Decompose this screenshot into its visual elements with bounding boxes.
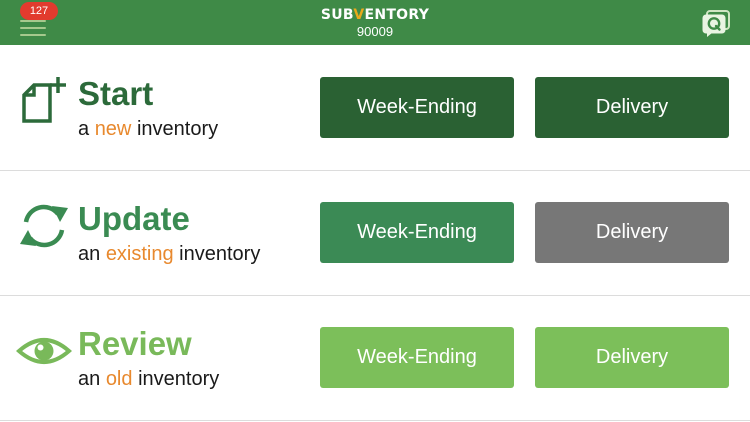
start-row: Start a new inventory Week-Ending Delive…	[0, 45, 750, 170]
brand: SUBVENTORY 90009	[300, 6, 450, 39]
start-week-ending-button[interactable]: Week-Ending	[320, 77, 514, 138]
hamburger-icon-line	[20, 34, 46, 36]
review-subtitle-prefix: an	[78, 368, 106, 390]
logo-part-1: SUB	[320, 7, 354, 23]
start-subtitle-prefix: a	[78, 118, 95, 140]
update-subtitle-highlight: existing	[105, 243, 174, 265]
start-title: Start	[78, 75, 154, 112]
update-subtitle-prefix: an	[78, 243, 106, 265]
top-bar: 127 SUBVENTORY 90009	[0, 0, 750, 45]
start-subtitle-suffix: inventory	[131, 118, 219, 140]
new-document-icon	[16, 73, 72, 129]
start-subtitle: a new inventory	[78, 117, 218, 141]
logo-check: V	[353, 7, 365, 23]
update-subtitle: an existing inventory	[78, 242, 260, 266]
review-title: Review	[78, 325, 192, 362]
hamburger-icon-line	[20, 27, 46, 29]
update-row: Update an existing inventory Week-Ending…	[0, 170, 750, 295]
review-week-ending-button[interactable]: Week-Ending	[320, 327, 514, 388]
eye-icon	[15, 323, 73, 379]
review-subtitle-highlight: old	[105, 368, 133, 390]
start-delivery-button[interactable]: Delivery	[535, 77, 729, 138]
update-delivery-button[interactable]: Delivery	[535, 202, 729, 263]
store-number: 90009	[356, 24, 394, 39]
review-subtitle-suffix: inventory	[132, 368, 220, 390]
review-row: Review an old inventory Week-Ending Deli…	[0, 295, 750, 420]
update-title: Update	[78, 200, 190, 237]
app-logo: SUBVENTORY	[300, 6, 450, 24]
update-subtitle-suffix: inventory	[173, 243, 261, 265]
quick-button[interactable]	[702, 9, 732, 37]
review-delivery-button[interactable]: Delivery	[535, 327, 729, 388]
q-chat-icon	[702, 10, 730, 37]
update-week-ending-button[interactable]: Week-Ending	[320, 202, 514, 263]
refresh-icon	[16, 198, 72, 254]
start-subtitle-highlight: new	[94, 118, 132, 140]
notification-badge: 127	[20, 2, 58, 20]
divider	[0, 420, 750, 421]
review-subtitle: an old inventory	[78, 367, 219, 391]
logo-part-2: ENTORY	[364, 7, 430, 23]
hamburger-icon	[20, 20, 46, 22]
